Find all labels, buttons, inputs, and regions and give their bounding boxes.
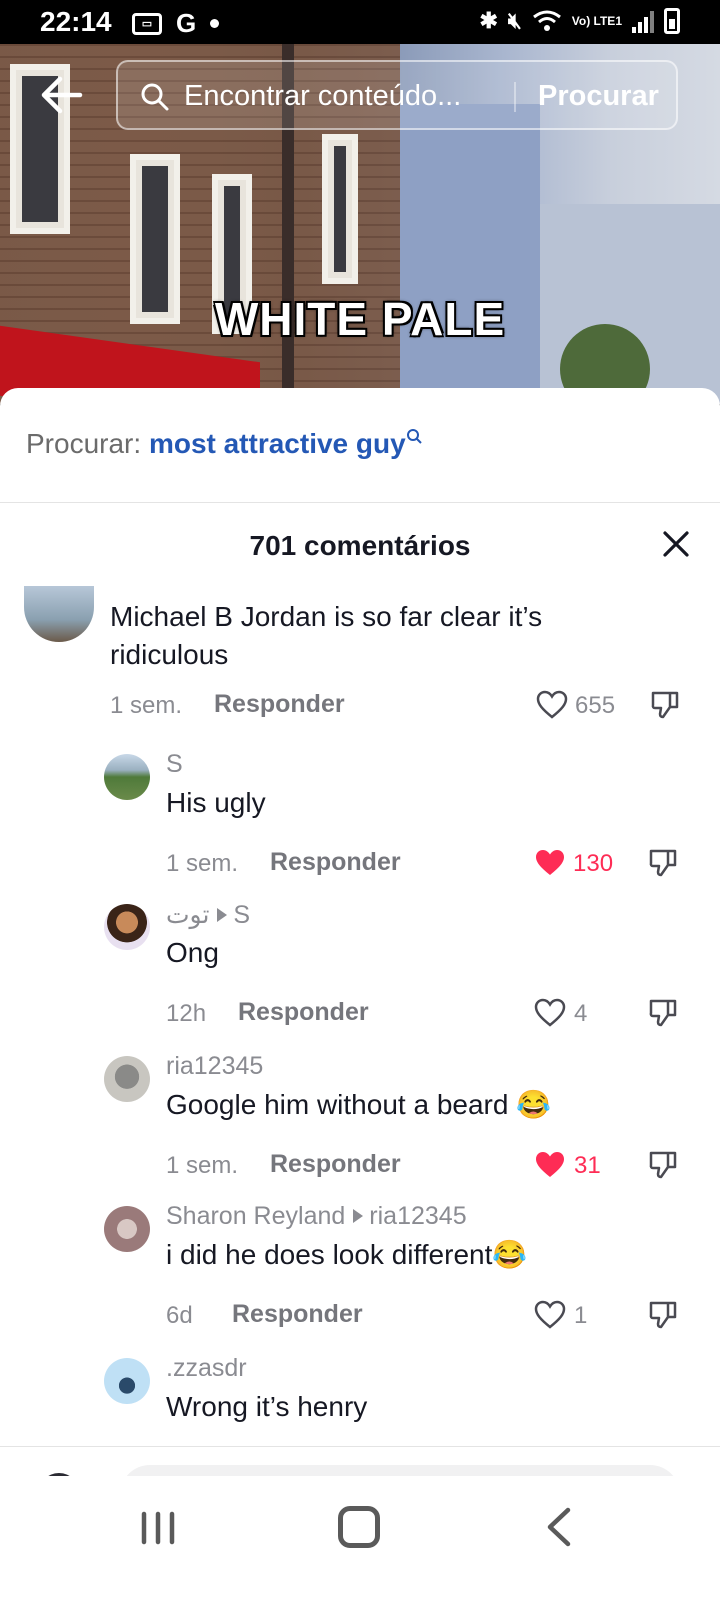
comment-text: Wrong it’s henry [166,1391,368,1422]
like-count: 655 [575,692,616,719]
search-small-icon [406,429,422,444]
comment-username[interactable]: Sharon Reyland [166,1202,345,1230]
system-nav-bar [0,1476,720,1600]
reply-button[interactable]: Responder [232,1300,363,1329]
comment-username[interactable]: توت [166,901,209,929]
heart-filled-icon[interactable] [534,848,566,878]
reply-arrow-icon [217,908,228,923]
comment-text: Google him without a beard 😂 [166,1089,552,1120]
comment-time: 1 sem. [166,1152,239,1179]
search-button[interactable]: Procurar [538,80,659,113]
comment-text: Michael B Jordan is so far clear it’s ri… [110,601,543,670]
divider [0,502,720,503]
g-network-label: G [176,8,197,38]
reply-to-username[interactable]: S [233,901,250,929]
dislike-icon[interactable] [648,848,678,878]
comment-text: His ugly [166,787,266,818]
dislike-icon[interactable] [648,1300,678,1330]
back-arrow-icon[interactable] [40,70,84,120]
status-time: 22:14 [40,6,112,37]
comment-time: 6d [166,1302,193,1329]
status-left-icons: ▭ G [132,8,220,39]
reply-button[interactable]: Responder [270,848,401,877]
comments-sheet: Procurar: most attractive guy 701 coment… [0,388,720,1600]
comment-username[interactable]: S [166,750,183,779]
sim-icon: ▭ [132,12,162,35]
search-icon [141,83,169,111]
comment-time: 1 sem. [110,692,183,719]
avatar[interactable] [104,1358,150,1404]
comment-username-line: توت S [166,900,250,930]
comment-text: Ong [166,937,219,968]
related-search-link[interactable]: Procurar: most attractive guy [26,428,422,460]
search-divider [514,82,516,112]
mute-icon: 🔇︎ [507,8,522,33]
avatar[interactable] [104,904,150,950]
status-bar: 22:14 ▭ G ✱ 🔇︎ Vo) LTE1 [0,0,720,44]
avatar[interactable] [104,1056,150,1102]
avatar[interactable] [24,586,94,642]
related-search-prefix: Procurar: [26,428,142,459]
search-input[interactable]: Encontrar conteúdo... [184,80,494,113]
heart-outline-icon[interactable] [536,690,568,720]
like-count: 130 [573,850,614,877]
comment-time: 1 sem. [166,850,239,877]
like-count: 31 [574,1152,601,1179]
dislike-icon[interactable] [648,1150,678,1180]
video-background[interactable]: WHITE PALE Encontrar conteúdo... Procura… [0,44,720,404]
dislike-icon[interactable] [648,998,678,1028]
dislike-icon[interactable] [650,690,680,720]
video-caption: WHITE PALE [214,293,506,345]
comment-username[interactable]: ria12345 [166,1052,263,1081]
heart-outline-icon[interactable] [534,998,566,1028]
avatar[interactable] [104,1206,150,1252]
like-count: 1 [574,1302,588,1329]
reply-button[interactable]: Responder [214,690,345,719]
reply-button[interactable]: Responder [238,998,369,1027]
comment-username[interactable]: .zzasdr [166,1354,247,1383]
comment-text: i did he does look different😂 [166,1239,528,1270]
home-icon[interactable] [338,1506,380,1548]
wifi-icon [532,10,561,31]
window [322,134,358,284]
search-box[interactable]: Encontrar conteúdo... Procurar [116,60,678,130]
notification-dot-icon [210,19,220,28]
bluetooth-icon: ✱ [479,8,498,33]
heart-outline-icon[interactable] [534,1300,566,1330]
comments-list[interactable]: Michael B Jordan is so far clear it’s ri… [0,586,720,1446]
related-search-query[interactable]: most attractive guy [149,428,406,459]
status-right-icons: ✱ 🔇︎ Vo) LTE1 [479,8,680,34]
lte-label: Vo) LTE1 [571,14,622,28]
comments-count-title: 701 comentários [249,530,471,561]
recent-apps-icon[interactable] [138,1508,178,1548]
back-icon[interactable] [544,1506,574,1548]
reply-to-username[interactable]: ria12345 [369,1202,466,1230]
comment-time: 12h [166,1000,207,1027]
comment-username-line: Sharon Reyland ria12345 [166,1202,467,1231]
close-icon[interactable] [660,528,692,560]
signal-icon [632,9,654,33]
blue-building [400,104,540,404]
battery-icon [664,8,680,34]
like-count: 4 [574,1000,588,1027]
avatar[interactable] [104,754,150,800]
heart-filled-icon[interactable] [534,1150,566,1180]
reply-button[interactable]: Responder [270,1150,401,1179]
reply-arrow-icon [353,1209,364,1224]
